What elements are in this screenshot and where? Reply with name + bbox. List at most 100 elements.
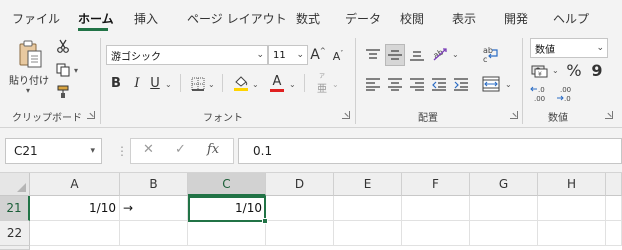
shrink-font-icon[interactable]: A ˅ <box>330 48 346 64</box>
borders-dropdown-chevron-icon[interactable]: ⌄ <box>208 80 215 89</box>
svg-text:.00: .00 <box>560 86 571 94</box>
font-launcher-icon[interactable] <box>342 111 350 119</box>
cell-i21[interactable] <box>606 196 622 221</box>
enter-icon[interactable]: ✓ <box>175 142 186 157</box>
wrap-text-icon[interactable]: ab c <box>480 44 502 66</box>
column-header-h[interactable]: H <box>538 173 606 196</box>
format-painter-icon[interactable] <box>55 84 71 100</box>
column-header-g[interactable]: G <box>470 173 538 196</box>
tab-file[interactable]: ファイル <box>12 10 60 27</box>
tab-formulas[interactable]: 数式 <box>296 10 320 27</box>
phonetic-dropdown-chevron-icon[interactable]: ⌄ <box>332 80 339 89</box>
decrease-indent-icon[interactable] <box>430 76 448 92</box>
cell-a21[interactable]: 1/10 <box>30 196 120 221</box>
font-color-dropdown-chevron-icon[interactable]: ⌄ <box>289 80 296 89</box>
alignment-launcher-icon[interactable] <box>510 111 518 119</box>
column-header-d[interactable]: D <box>266 173 334 196</box>
comma-style-icon[interactable]: 9 <box>590 60 604 80</box>
column-header-f[interactable]: F <box>402 173 470 196</box>
paste-icon[interactable] <box>16 38 44 70</box>
paste-button-label[interactable]: 貼り付け <box>9 72 49 87</box>
cut-icon[interactable] <box>55 38 71 54</box>
tab-help[interactable]: ヘルプ <box>553 10 589 27</box>
align-left-icon[interactable] <box>364 76 382 92</box>
cell-f22[interactable] <box>402 221 470 246</box>
merge-dropdown-chevron-icon[interactable]: ⌄ <box>505 80 512 89</box>
fill-color-dropdown-chevron-icon[interactable]: ⌄ <box>252 80 259 89</box>
tab-page-layout[interactable]: ページ レイアウト <box>187 10 287 27</box>
formula-bar-grip-icon[interactable]: ⋮ <box>116 144 128 158</box>
column-header-i[interactable] <box>606 173 622 196</box>
grow-font-icon[interactable]: A ^ <box>310 46 326 64</box>
cell-d22[interactable] <box>266 221 334 246</box>
cancel-icon[interactable]: ✕ <box>143 142 154 157</box>
italic-button[interactable]: I <box>130 74 144 92</box>
name-box[interactable]: C21 ▾ <box>5 138 102 164</box>
tab-review[interactable]: 校閲 <box>400 10 424 27</box>
copy-dropdown-chevron-icon[interactable]: ▾ <box>74 66 78 75</box>
increase-indent-icon[interactable] <box>452 76 470 92</box>
font-name-combo[interactable]: 游ゴシック ⌄ <box>106 45 268 65</box>
cell-e22[interactable] <box>334 221 402 246</box>
align-middle-icon[interactable] <box>385 44 405 66</box>
accounting-format-icon[interactable]: ¥ <box>530 62 550 80</box>
number-group-label: 数値 <box>548 113 568 124</box>
underline-button[interactable]: U <box>148 74 162 92</box>
cell-c22[interactable] <box>188 221 266 246</box>
paste-dropdown-chevron-icon[interactable]: ▾ <box>26 86 30 95</box>
fill-color-icon[interactable] <box>232 74 250 92</box>
column-header-b[interactable]: B <box>120 173 188 196</box>
cell-a22[interactable] <box>30 221 120 246</box>
column-header-e[interactable]: E <box>334 173 402 196</box>
tab-insert[interactable]: 挿入 <box>134 10 158 27</box>
cell-e21[interactable] <box>334 196 402 221</box>
orientation-dropdown-chevron-icon[interactable]: ⌄ <box>452 50 459 59</box>
tab-developer[interactable]: 開発 <box>504 10 528 27</box>
decrease-decimal-icon[interactable]: .00.0 <box>556 84 578 104</box>
number-launcher-icon[interactable] <box>605 111 613 119</box>
phonetic-guide-icon[interactable]: ア 亜 <box>314 73 330 95</box>
accounting-dropdown-chevron-icon[interactable]: ⌄ <box>552 66 559 75</box>
insert-function-icon[interactable]: fx <box>207 142 219 157</box>
row-header-23[interactable] <box>0 246 30 250</box>
clipboard-group-label: クリップボード <box>12 113 82 124</box>
percent-style-icon[interactable]: % <box>565 60 583 80</box>
row-header-21[interactable]: 21 <box>0 196 30 221</box>
copy-icon[interactable] <box>55 62 71 78</box>
formula-bar: C21 ▾ ⋮ ✕ ✓ fx 0.1 <box>0 128 622 173</box>
number-format-combo[interactable]: 数値 ⌄ <box>530 38 608 58</box>
column-header-c[interactable]: C <box>188 173 266 196</box>
borders-icon[interactable] <box>190 76 206 92</box>
increase-decimal-icon[interactable]: .0.00 <box>530 84 552 104</box>
align-bottom-icon[interactable] <box>408 46 426 64</box>
select-all-button[interactable] <box>0 173 30 196</box>
tab-data[interactable]: データ <box>345 10 381 27</box>
svg-text:c: c <box>483 55 487 64</box>
orientation-icon[interactable]: ab <box>430 44 450 64</box>
row-header-22[interactable]: 22 <box>0 221 30 246</box>
cell-g21[interactable] <box>470 196 538 221</box>
align-center-icon[interactable] <box>386 76 404 92</box>
cell-h21[interactable] <box>538 196 606 221</box>
cell-g22[interactable] <box>470 221 538 246</box>
cell-i22[interactable] <box>606 221 622 246</box>
font-color-icon[interactable]: A <box>268 74 286 92</box>
align-right-icon[interactable] <box>408 76 426 92</box>
clipboard-launcher-icon[interactable] <box>87 111 95 119</box>
bold-button[interactable]: B <box>108 74 124 92</box>
font-size-combo[interactable]: 11 ⌄ <box>268 45 308 65</box>
tab-home[interactable]: ホーム <box>78 10 114 27</box>
formula-input[interactable]: 0.1 <box>238 138 622 164</box>
merge-center-icon[interactable] <box>480 74 502 94</box>
cell-h22[interactable] <box>538 221 606 246</box>
fill-handle[interactable] <box>262 218 268 224</box>
column-header-a[interactable]: A <box>30 173 120 196</box>
cell-f21[interactable] <box>402 196 470 221</box>
cell-d21[interactable] <box>266 196 334 221</box>
tab-view[interactable]: 表示 <box>452 10 476 27</box>
cell-b22[interactable] <box>120 221 188 246</box>
underline-dropdown-chevron-icon[interactable]: ⌄ <box>165 80 172 89</box>
chevron-down-icon[interactable]: ▾ <box>90 146 95 156</box>
align-top-icon[interactable] <box>364 46 382 64</box>
cell-b21[interactable]: → <box>120 196 188 221</box>
